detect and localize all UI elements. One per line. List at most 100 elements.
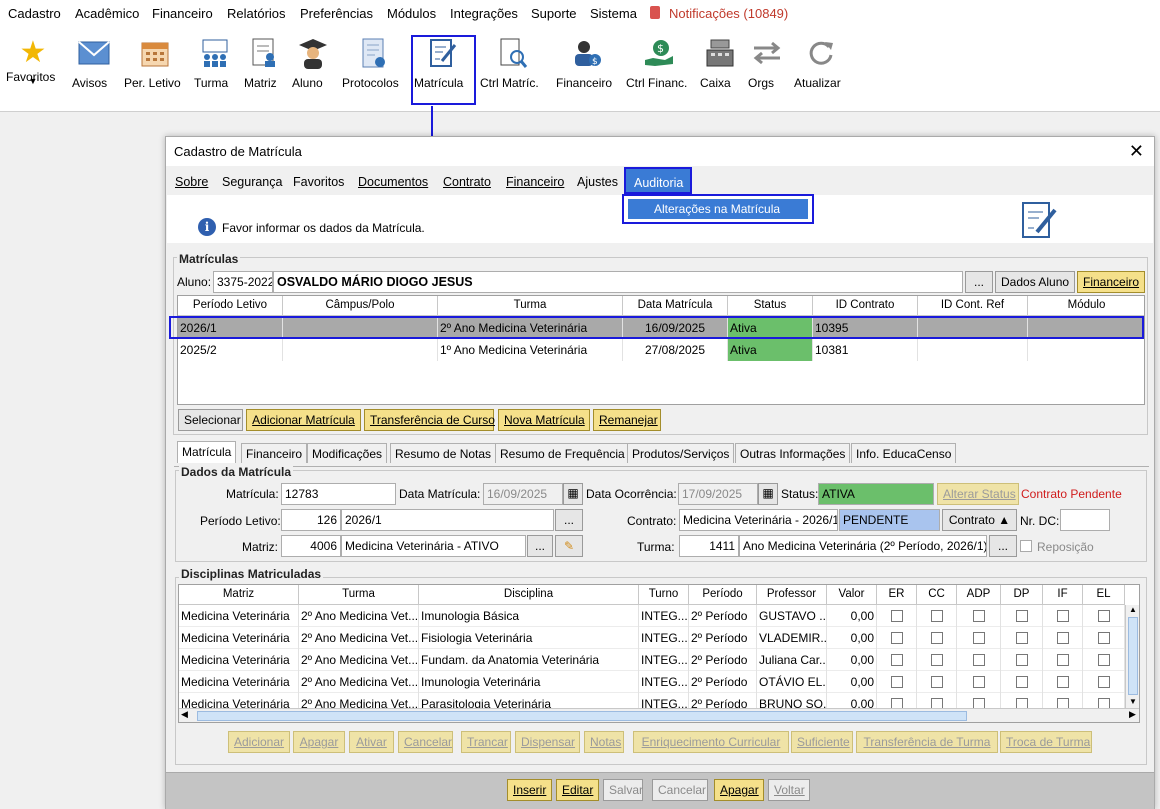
turma-code-field[interactable]: 1411: [679, 535, 739, 557]
aluno-search-button[interactable]: ...: [965, 271, 993, 293]
column-header[interactable]: Módulo: [1028, 296, 1144, 316]
dados-aluno-button[interactable]: Dados Aluno: [995, 271, 1075, 293]
column-header[interactable]: Matriz: [179, 585, 299, 605]
column-header[interactable]: CC: [917, 585, 957, 605]
column-header[interactable]: Turma: [438, 296, 623, 316]
remanejar-button[interactable]: Remanejar: [593, 409, 661, 431]
dialog-menu-seguranca[interactable]: Segurança: [222, 175, 282, 189]
adicionar-matricula-button[interactable]: Adicionar Matrícula: [246, 409, 361, 431]
contrato-dropdown-button[interactable]: Contrato ▲: [942, 509, 1017, 531]
voltar-button[interactable]: Voltar: [768, 779, 810, 801]
column-header[interactable]: ADP: [957, 585, 1001, 605]
tab-outras-informacoes[interactable]: Outras Informações: [735, 443, 851, 463]
scroll-right-icon[interactable]: ▶: [1129, 709, 1136, 720]
disciplina-action-button[interactable]: Transferência de Turma: [856, 731, 998, 753]
disciplina-action-button[interactable]: Suficiente: [791, 731, 853, 753]
row-checkbox[interactable]: [890, 610, 903, 622]
disciplina-action-button[interactable]: Apagar: [293, 731, 345, 753]
salvar-button[interactable]: Salvar: [603, 779, 643, 801]
data-matricula-field[interactable]: 16/09/2025: [483, 483, 563, 505]
column-header[interactable]: IF: [1043, 585, 1083, 605]
transferencia-curso-button[interactable]: Transferência de Curso: [364, 409, 495, 431]
turma-search-button[interactable]: ...: [989, 535, 1017, 557]
column-header[interactable]: Câmpus/Polo: [283, 296, 438, 316]
scroll-left-icon[interactable]: ◀: [181, 709, 188, 720]
horizontal-scrollbar[interactable]: ◀ ▶: [179, 708, 1139, 722]
row-checkbox[interactable]: [1015, 610, 1028, 622]
tab-resumo-notas[interactable]: Resumo de Notas: [390, 443, 497, 463]
nova-matricula-button[interactable]: Nova Matrícula: [498, 409, 590, 431]
selecionar-button[interactable]: Selecionar: [178, 409, 243, 431]
dialog-menu-sobre[interactable]: Sobre: [175, 175, 208, 189]
table-row[interactable]: Medicina Veterinária 2º Ano Medicina Vet.…: [179, 649, 1125, 671]
tab-modificacoes[interactable]: Modificações: [307, 443, 388, 463]
dialog-menu-contrato[interactable]: Contrato: [443, 175, 491, 189]
column-header[interactable]: Turno: [639, 585, 689, 605]
row-checkbox[interactable]: [930, 632, 943, 644]
turma-field[interactable]: Ano Medicina Veterinária (2º Período, 20…: [739, 535, 987, 557]
reposicao-checkbox[interactable]: [1020, 540, 1032, 555]
alterar-status-button[interactable]: Alterar Status: [937, 483, 1019, 505]
column-header[interactable]: Período Letivo: [178, 296, 283, 316]
nr-dc-field[interactable]: [1060, 509, 1110, 531]
scroll-up-icon[interactable]: ▲: [1129, 605, 1137, 614]
matriz-code-field[interactable]: 4006: [281, 535, 341, 557]
row-checkbox[interactable]: [890, 632, 903, 644]
row-checkbox[interactable]: [1015, 632, 1028, 644]
scrollbar-thumb[interactable]: [197, 711, 967, 721]
disciplina-action-button[interactable]: Cancelar: [398, 731, 453, 753]
row-checkbox[interactable]: [972, 676, 985, 688]
vertical-scrollbar[interactable]: ▲ ▼: [1125, 605, 1139, 708]
disciplina-action-button[interactable]: Dispensar: [515, 731, 580, 753]
table-row[interactable]: Medicina Veterinária 2º Ano Medicina Vet.…: [179, 605, 1125, 627]
column-header[interactable]: Data Matrícula: [623, 296, 728, 316]
row-checkbox[interactable]: [1015, 676, 1028, 688]
row-checkbox[interactable]: [1056, 676, 1069, 688]
row-checkbox[interactable]: [972, 632, 985, 644]
dialog-menu-favoritos[interactable]: Favoritos: [293, 175, 344, 189]
column-header[interactable]: Professor: [757, 585, 827, 605]
financeiro-button[interactable]: Financeiro: [1077, 271, 1145, 293]
data-ocorrencia-field[interactable]: 17/09/2025: [678, 483, 758, 505]
aluno-code-field[interactable]: 3375-2022: [213, 271, 273, 293]
calendar-icon[interactable]: ▦: [563, 483, 583, 505]
column-header[interactable]: EL: [1083, 585, 1125, 605]
dialog-menu-auditoria[interactable]: Auditoria: [624, 167, 692, 194]
dialog-menu-ajustes[interactable]: Ajustes: [577, 175, 618, 189]
calendar-icon[interactable]: ▦: [758, 483, 778, 505]
dialog-menu-financeiro[interactable]: Financeiro: [506, 175, 564, 189]
tab-matricula[interactable]: Matrícula: [177, 441, 237, 463]
row-checkbox[interactable]: [1097, 632, 1110, 644]
aluno-name-field[interactable]: OSVALDO MÁRIO DIOGO JESUS: [273, 271, 963, 293]
row-checkbox[interactable]: [1097, 610, 1110, 622]
row-checkbox[interactable]: [930, 610, 943, 622]
row-checkbox[interactable]: [972, 610, 985, 622]
column-header[interactable]: ID Cont. Ref: [918, 296, 1028, 316]
periodo-field[interactable]: 2026/1: [341, 509, 554, 531]
matriz-search-button[interactable]: ...: [527, 535, 553, 557]
disciplina-action-button[interactable]: Trancar: [461, 731, 511, 753]
row-checkbox[interactable]: [890, 676, 903, 688]
table-row[interactable]: Medicina Veterinária 2º Ano Medicina Vet.…: [179, 627, 1125, 649]
column-header[interactable]: DP: [1001, 585, 1043, 605]
row-checkbox[interactable]: [1097, 676, 1110, 688]
periodo-search-button[interactable]: ...: [555, 509, 583, 531]
matriz-field[interactable]: Medicina Veterinária - ATIVO: [341, 535, 526, 557]
row-checkbox[interactable]: [930, 676, 943, 688]
tab-info-educacenso[interactable]: Info. EducaCenso: [851, 443, 957, 463]
contrato-field[interactable]: Medicina Veterinária - 2026/1: [679, 509, 838, 531]
column-header[interactable]: Valor: [827, 585, 877, 605]
matricula-field[interactable]: 12783: [281, 483, 396, 505]
disciplina-action-button[interactable]: Troca de Turma: [1000, 731, 1092, 753]
vscrollbar-thumb[interactable]: [1128, 617, 1138, 695]
row-checkbox[interactable]: [1056, 610, 1069, 622]
dialog-menu-documentos[interactable]: Documentos: [358, 175, 428, 189]
column-header[interactable]: Status: [728, 296, 813, 316]
table-row[interactable]: 2025/2 1º Ano Medicina Veterinária 27/08/2…: [178, 339, 1144, 361]
apagar-button[interactable]: Apagar: [714, 779, 764, 801]
tab-produtos-servicos[interactable]: Produtos/Serviços: [627, 443, 735, 463]
tab-financeiro[interactable]: Financeiro: [241, 443, 308, 463]
menu-item-alteracoes-matricula[interactable]: Alterações na Matrícula: [628, 199, 808, 219]
disciplina-action-button[interactable]: Notas: [584, 731, 624, 753]
column-header[interactable]: ER: [877, 585, 917, 605]
